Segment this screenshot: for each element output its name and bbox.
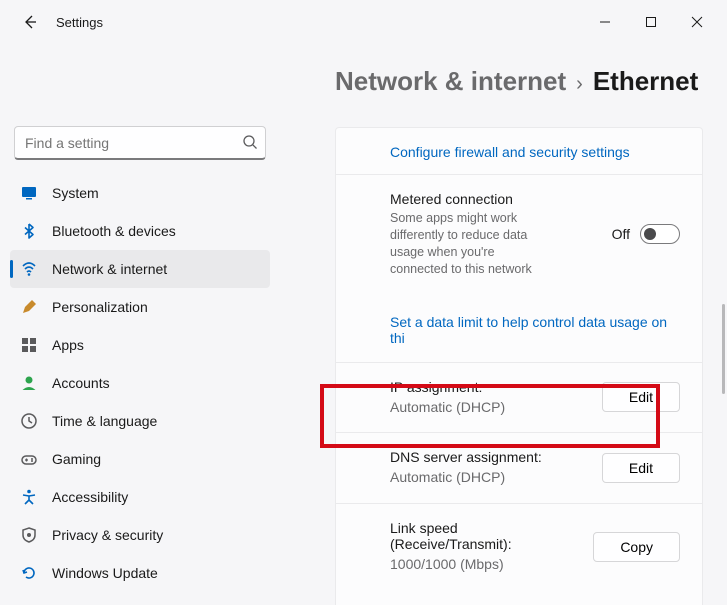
sidebar-item-label: Network & internet bbox=[52, 261, 167, 277]
metered-title: Metered connection bbox=[390, 191, 540, 207]
sidebar-item-gaming[interactable]: Gaming bbox=[10, 440, 270, 478]
sidebar-item-system[interactable]: System bbox=[10, 174, 270, 212]
privacy-icon bbox=[20, 526, 38, 544]
sidebar-item-update[interactable]: Windows Update bbox=[10, 554, 270, 592]
personalize-icon bbox=[20, 298, 38, 316]
sidebar-item-privacy[interactable]: Privacy & security bbox=[10, 516, 270, 554]
set-data-limit-link[interactable]: Set a data limit to help control data us… bbox=[390, 314, 667, 346]
sidebar: System Bluetooth & devices Network & inter… bbox=[0, 44, 280, 605]
back-arrow-icon bbox=[22, 14, 38, 30]
sidebar-item-label: Accounts bbox=[52, 375, 110, 391]
close-icon bbox=[691, 16, 703, 28]
sidebar-item-label: Apps bbox=[52, 337, 84, 353]
configure-firewall-link[interactable]: Configure firewall and security settings bbox=[390, 144, 630, 160]
breadcrumb: Network & internet › Ethernet bbox=[335, 66, 727, 97]
search-box bbox=[10, 126, 270, 160]
breadcrumb-parent[interactable]: Network & internet bbox=[335, 66, 566, 97]
sidebar-item-label: Time & language bbox=[52, 413, 157, 429]
sidebar-item-label: Gaming bbox=[52, 451, 101, 467]
firewall-link-row: Configure firewall and security settings bbox=[336, 128, 702, 175]
settings-panel: Configure firewall and security settings… bbox=[335, 127, 703, 605]
apps-icon bbox=[20, 336, 38, 354]
dns-assignment-row: DNS server assignment: Automatic (DHCP) … bbox=[336, 433, 702, 504]
sidebar-item-label: Personalization bbox=[52, 299, 148, 315]
link-speed-copy-button[interactable]: Copy bbox=[593, 532, 680, 562]
accessibility-icon bbox=[20, 488, 38, 506]
sidebar-item-personalize[interactable]: Personalization bbox=[10, 288, 270, 326]
dns-assignment-title: DNS server assignment: bbox=[390, 449, 590, 465]
link-speed-value: 1000/1000 (Mbps) bbox=[390, 555, 581, 574]
ip-assignment-row: IP assignment: Automatic (DHCP) Edit bbox=[336, 363, 702, 434]
update-icon bbox=[20, 564, 38, 582]
sidebar-item-time[interactable]: Time & language bbox=[10, 402, 270, 440]
search-input[interactable] bbox=[14, 126, 266, 160]
ip-assignment-value: Automatic (DHCP) bbox=[390, 398, 590, 417]
gaming-icon bbox=[20, 450, 38, 468]
search-icon bbox=[242, 134, 258, 150]
network-icon bbox=[20, 260, 38, 278]
sidebar-item-bluetooth[interactable]: Bluetooth & devices bbox=[10, 212, 270, 250]
back-button[interactable] bbox=[18, 10, 42, 34]
sidebar-item-accounts[interactable]: Accounts bbox=[10, 364, 270, 402]
metered-desc: Some apps might work differently to redu… bbox=[390, 210, 540, 278]
maximize-button[interactable] bbox=[629, 7, 673, 37]
titlebar: Settings bbox=[0, 0, 727, 44]
dns-edit-button[interactable]: Edit bbox=[602, 453, 680, 483]
sidebar-item-label: Bluetooth & devices bbox=[52, 223, 176, 239]
content-area: Network & internet › Ethernet Configure … bbox=[280, 44, 727, 605]
maximize-icon bbox=[645, 16, 657, 28]
system-icon bbox=[20, 184, 38, 202]
metered-toggle-label: Off bbox=[612, 226, 630, 242]
sidebar-item-apps[interactable]: Apps bbox=[10, 326, 270, 364]
chevron-right-icon: › bbox=[576, 73, 583, 96]
metered-toggle[interactable] bbox=[640, 224, 680, 244]
minimize-button[interactable] bbox=[583, 7, 627, 37]
sidebar-item-network[interactable]: Network & internet bbox=[10, 250, 270, 288]
close-button[interactable] bbox=[675, 7, 719, 37]
sidebar-item-accessibility[interactable]: Accessibility bbox=[10, 478, 270, 516]
ip-edit-button[interactable]: Edit bbox=[602, 382, 680, 412]
sidebar-item-label: System bbox=[52, 185, 99, 201]
dns-assignment-value: Automatic (DHCP) bbox=[390, 468, 590, 487]
window-title: Settings bbox=[56, 15, 103, 30]
time-icon bbox=[20, 412, 38, 430]
sidebar-item-label: Privacy & security bbox=[52, 527, 163, 543]
link-speed-row: Link speed (Receive/Transmit): 1000/1000… bbox=[336, 504, 702, 605]
sidebar-item-label: Accessibility bbox=[52, 489, 128, 505]
minimize-icon bbox=[599, 16, 611, 28]
link-speed-title: Link speed (Receive/Transmit): bbox=[390, 520, 581, 552]
scrollbar-thumb[interactable] bbox=[722, 304, 725, 394]
ip-assignment-title: IP assignment: bbox=[390, 379, 590, 395]
bluetooth-icon bbox=[20, 222, 38, 240]
accounts-icon bbox=[20, 374, 38, 392]
breadcrumb-current: Ethernet bbox=[593, 66, 698, 97]
metered-connection-row: Metered connection Some apps might work … bbox=[336, 175, 702, 363]
sidebar-item-label: Windows Update bbox=[52, 565, 158, 581]
